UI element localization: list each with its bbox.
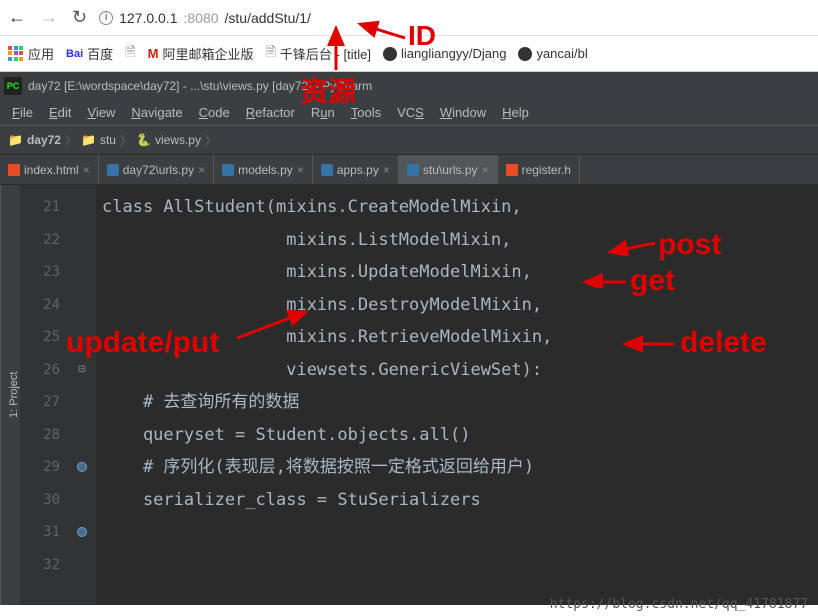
tab-apps-py[interactable]: apps.py× [313, 155, 399, 184]
breadcrumb: 📁 day72 〉 📁 stu 〉 🐍 views.py 〉 [0, 125, 818, 155]
bookmark-github2[interactable]: yancai/bl [518, 46, 587, 61]
reload-button[interactable]: ↻ [72, 7, 87, 28]
python-icon [321, 164, 333, 176]
project-toolwindow-tab[interactable]: 1: Project [0, 185, 20, 605]
menu-refactor[interactable]: Refactor [240, 103, 301, 122]
apps-label: 应用 [28, 44, 54, 63]
pycharm-icon: PC [4, 77, 22, 95]
window-title: day72 [E:\wordspace\day72] - ...\stu\vie… [28, 79, 372, 93]
menu-run[interactable]: Run [305, 103, 341, 122]
url-host: 127.0.0.1 [119, 10, 177, 26]
bookmark-ali[interactable]: M阿里邮箱企业版 [148, 44, 254, 63]
menu-navigate[interactable]: Navigate [125, 103, 188, 122]
titlebar: PC day72 [E:\wordspace\day72] - ...\stu\… [0, 72, 818, 100]
url-path: /stu/addStu/1/ [225, 10, 311, 26]
close-icon[interactable]: × [198, 163, 205, 177]
html-icon [506, 164, 518, 176]
bookmarks-bar: 应用 Bai百度 🗎 M阿里邮箱企业版 🗎千锋后台 - [title] lian… [0, 36, 818, 72]
close-icon[interactable]: × [383, 163, 390, 177]
tab-urls-py[interactable]: day72\urls.py× [99, 155, 214, 184]
close-icon[interactable]: × [83, 163, 90, 177]
menu-code[interactable]: Code [193, 103, 236, 122]
menu-edit[interactable]: Edit [43, 103, 77, 122]
pycharm-window: PC day72 [E:\wordspace\day72] - ...\stu\… [0, 72, 818, 605]
close-icon[interactable]: × [297, 163, 304, 177]
py-file-icon: 🐍 [136, 133, 151, 147]
bookmark-qianfeng[interactable]: 🗎千锋后台 - [title] [265, 43, 370, 65]
folder-icon: 📁 [81, 133, 96, 147]
browser-toolbar: ← → ↻ i 127.0.0.1 :8080/stu/addStu/1/ [0, 0, 818, 36]
menu-window[interactable]: Window [434, 103, 492, 122]
menu-view[interactable]: View [81, 103, 121, 122]
menu-tools[interactable]: Tools [345, 103, 387, 122]
bookmark-doc[interactable]: 🗎 [125, 43, 135, 65]
nav-project[interactable]: day72 [27, 133, 61, 147]
tab-models-py[interactable]: models.py× [214, 155, 313, 184]
editor: 1: Project 212223242526272829303132 ⊟ cl… [0, 185, 818, 605]
apps-button[interactable]: 应用 [8, 44, 54, 63]
menu-help[interactable]: Help [496, 103, 535, 122]
apps-icon [8, 46, 24, 62]
watermark: https://blog.csdn.net/qq_41781877 [550, 597, 808, 612]
bookmark-baidu[interactable]: Bai百度 [66, 44, 113, 63]
menu-file[interactable]: File [6, 103, 39, 122]
line-numbers: 212223242526272829303132 [20, 185, 68, 605]
github-icon [518, 47, 532, 61]
editor-tabs: index.html× day72\urls.py× models.py× ap… [0, 155, 818, 185]
info-icon: i [99, 11, 113, 25]
python-icon [107, 164, 119, 176]
github-icon [383, 47, 397, 61]
back-button[interactable]: ← [8, 7, 26, 28]
doc-icon: 🗎 [265, 43, 275, 65]
bookmark-github1[interactable]: liangliangyy/Djang [383, 46, 507, 61]
url-port: :8080 [183, 10, 218, 26]
doc-icon: 🗎 [125, 43, 135, 65]
menubar: File Edit View Navigate Code Refactor Ru… [0, 100, 818, 125]
folder-icon: 📁 [8, 133, 23, 147]
html-icon [8, 164, 20, 176]
code-area[interactable]: class AllStudent(mixins.CreateModelMixin… [96, 185, 818, 605]
gutter-marks: ⊟ [68, 185, 96, 605]
forward-button[interactable]: → [40, 7, 58, 28]
menu-vcs[interactable]: VCS [391, 103, 430, 122]
address-bar[interactable]: i 127.0.0.1 :8080/stu/addStu/1/ [99, 10, 810, 26]
tab-register[interactable]: register.h [498, 155, 580, 184]
tab-stu-urls-py[interactable]: stu\urls.py× [399, 155, 498, 184]
tab-index-html[interactable]: index.html× [0, 155, 99, 184]
nav-file[interactable]: views.py [155, 133, 201, 147]
close-icon[interactable]: × [482, 163, 489, 177]
nav-folder[interactable]: stu [100, 133, 116, 147]
python-icon [222, 164, 234, 176]
python-icon [407, 164, 419, 176]
